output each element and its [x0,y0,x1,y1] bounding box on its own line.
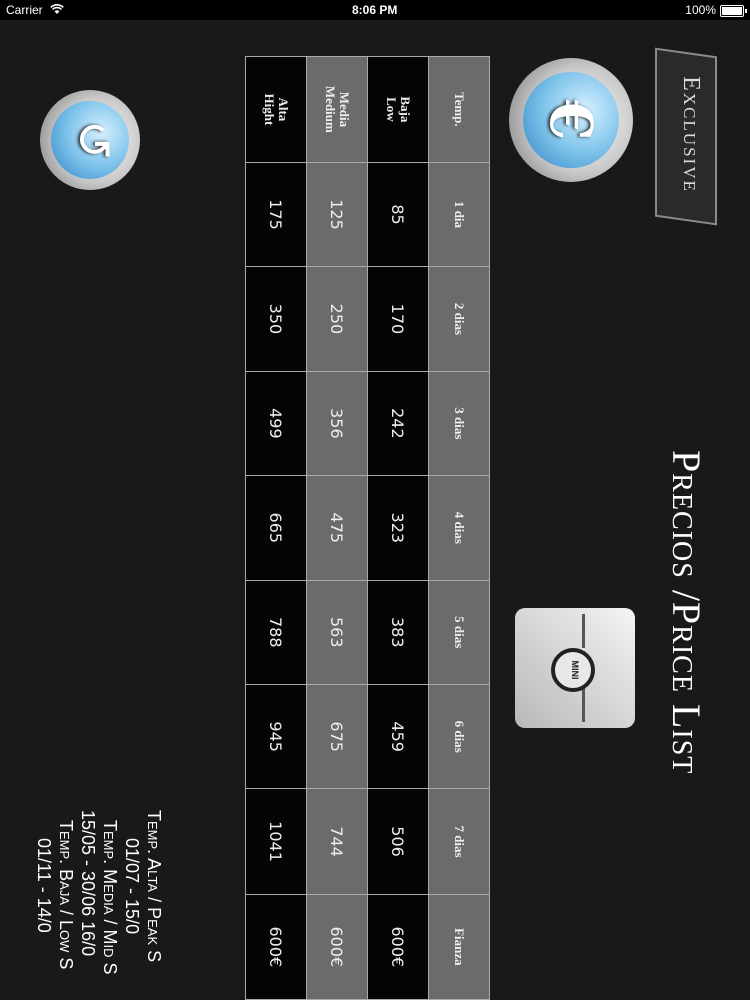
table-row: Baja Low 85 170 242 323 383 459 506 600€ [367,56,429,1000]
row-label: Alta Hight [245,56,307,163]
row-label: Baja Low [367,56,429,163]
price-cell: 356 [306,371,368,476]
season-line: 01/11 - 14/0 [34,838,54,933]
header-cell: 3 dias [428,371,490,476]
price-cell: 250 [306,266,368,372]
season-dates: Temp. Alta / Peak S 01/07 - 15/0 Temp. M… [33,810,165,1000]
price-cell: 459 [367,684,429,789]
deposit-cell: 600€ [245,894,307,1000]
header-cell: 2 dias [428,266,490,372]
back-button[interactable]: ↺ [40,90,140,190]
header-cell: Fianza [428,894,490,1000]
season-line: 15/05 - 30/06 16/0 [78,810,98,957]
mini-logo: MINI [515,608,635,728]
price-cell: 170 [367,266,429,372]
price-cell: 475 [306,475,368,581]
brand-logo: Exclusive [632,47,742,226]
wifi-icon [50,4,64,14]
price-cell: 125 [306,162,368,267]
page-title: Precios /Price List [664,450,709,775]
battery-icon [720,5,747,17]
battery-percent: 100% [685,3,716,17]
price-cell: 665 [245,475,307,581]
price-list-view: Exclusive € Precios /Price List MINI Tem… [0,20,750,1000]
price-cell: 675 [306,684,368,789]
price-cell: 744 [306,788,368,895]
price-cell: 323 [367,475,429,581]
price-cell: 945 [245,684,307,789]
row-label: Media Medium [306,56,368,163]
deposit-cell: 600€ [306,894,368,1000]
header-cell: 5 dias [428,580,490,685]
euro-icon: € [523,72,619,168]
price-cell: 85 [367,162,429,267]
season-line: Temp. Baja / Low S [56,820,76,970]
season-line: 01/07 - 15/0 [122,838,142,935]
price-cell: 563 [306,580,368,685]
back-arrow-icon: ↺ [51,101,129,179]
mini-wing-right [582,688,585,722]
status-bar: Carrier 8:06 PM 100% [0,0,750,20]
header-cell: 7 dias [428,788,490,895]
header-cell: 1 dia [428,162,490,267]
deposit-cell: 600€ [367,894,429,1000]
season-line: Temp. Media / Mid S [100,820,120,975]
header-cell: 6 dias [428,684,490,789]
header-cell: 4 dias [428,475,490,581]
carrier-label: Carrier [6,3,43,17]
header-cell: Temp. [428,56,490,163]
price-cell: 383 [367,580,429,685]
price-cell: 175 [245,162,307,267]
brand-name: Exclusive [678,76,704,193]
table-row: Alta Hight 175 350 499 665 788 945 1041 6… [245,56,307,1000]
table-header-row: Temp. 1 dia 2 dias 3 dias 4 dias 5 dias … [428,56,490,1000]
price-cell: 506 [367,788,429,895]
season-line: Temp. Alta / Peak S [144,810,164,963]
mini-wing-left [582,614,585,648]
price-cell: 1041 [245,788,307,895]
currency-button[interactable]: € [509,58,633,182]
clock: 8:06 PM [352,3,398,17]
price-cell: 788 [245,580,307,685]
price-table: Temp. 1 dia 2 dias 3 dias 4 dias 5 dias … [245,56,490,1000]
price-cell: 350 [245,266,307,372]
price-cell: 242 [367,371,429,476]
price-cell: 499 [245,371,307,476]
table-row: Media Medium 125 250 356 475 563 675 744 … [306,56,368,1000]
mini-ring: MINI [551,648,595,692]
